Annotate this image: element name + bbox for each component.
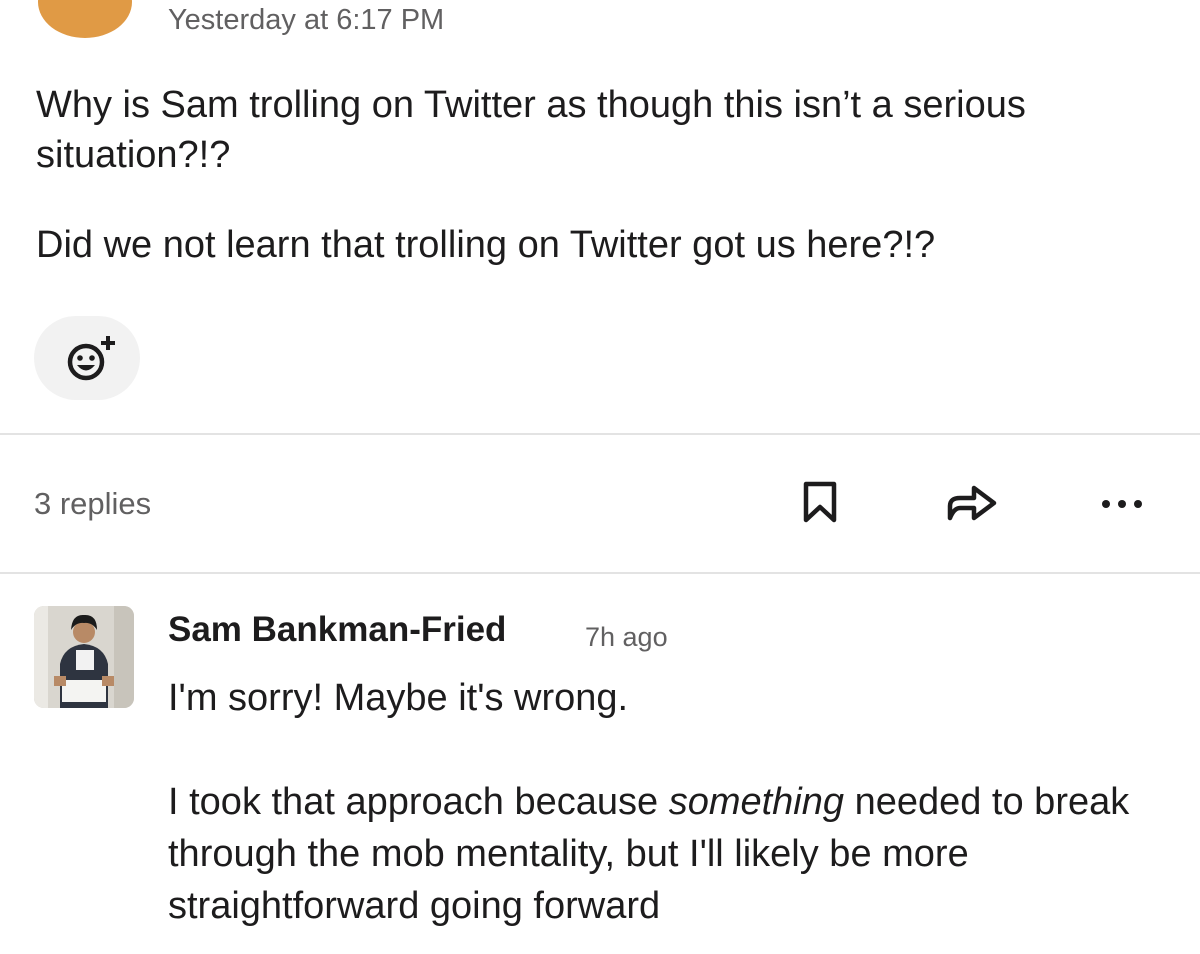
author-avatar[interactable] (38, 0, 132, 38)
reply-author-avatar[interactable] (34, 606, 134, 708)
replies-count-link[interactable]: 3 replies (34, 486, 151, 522)
add-reaction-button[interactable] (34, 316, 140, 400)
message-paragraph: Did we not learn that trolling on Twitte… (36, 224, 936, 266)
bookmark-icon[interactable] (800, 480, 840, 526)
reply-body: I'm sorry! Maybe it's wrong. I took that… (168, 672, 1178, 932)
divider (0, 572, 1200, 574)
reply-emphasis: something (668, 781, 845, 823)
divider (0, 433, 1200, 435)
reply-paragraph: I'm sorry! Maybe it's wrong. (168, 677, 629, 719)
add-reaction-icon (67, 336, 115, 381)
reply-author-name[interactable]: Sam Bankman-Fried (168, 610, 506, 650)
reply-paragraph: I took that approach because something n… (168, 776, 1178, 932)
share-icon[interactable] (944, 480, 1000, 526)
message-paragraph: Why is Sam trolling on Twitter as though… (36, 84, 1026, 176)
reply-text: I took that approach because (168, 781, 669, 823)
reply-timestamp[interactable]: 7h ago (585, 622, 668, 653)
avatar-photo (34, 606, 134, 708)
message-timestamp[interactable]: Yesterday at 6:17 PM (168, 4, 444, 37)
message-body: Why is Sam trolling on Twitter as though… (36, 80, 1166, 270)
more-icon[interactable] (1098, 480, 1148, 526)
